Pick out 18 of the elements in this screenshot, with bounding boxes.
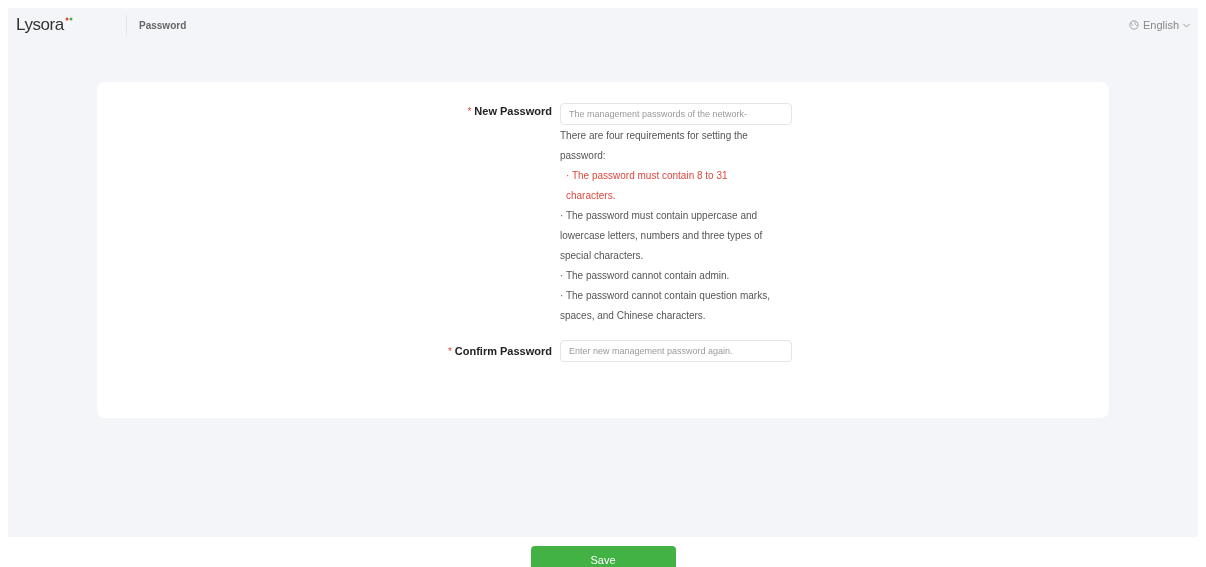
language-selector[interactable]: English [1128,16,1190,34]
requirement-text: · The password cannot contain question marks, spaces, and Chinese characters. [560,289,771,323]
new-password-field[interactable]: The management passwords of the network- [560,103,792,125]
hint-text: There are four requirements for setting the password: [560,129,749,163]
chevron-down-icon [1183,22,1190,28]
requirement-text: · The password must contain 8 to 31 characters. [565,169,729,203]
requirement-text: · The password cannot contain admin. [560,269,731,283]
field-label: Confirm Password [454,343,552,359]
save-button[interactable]: Save [530,546,676,567]
required-asterisk: * [467,104,472,119]
field-label: New Password [474,103,552,119]
globe-icon [1128,20,1139,30]
logo: Lysora [16,15,64,35]
confirm-password-field[interactable]: Enter new management password again. [560,340,792,362]
required-asterisk: * [447,344,452,359]
requirement-text: · The password must contain uppercase and lowercase letters, numbers and three types of special characters. [560,209,764,263]
dots-icon [64,17,73,21]
page-title: Password [139,18,187,33]
